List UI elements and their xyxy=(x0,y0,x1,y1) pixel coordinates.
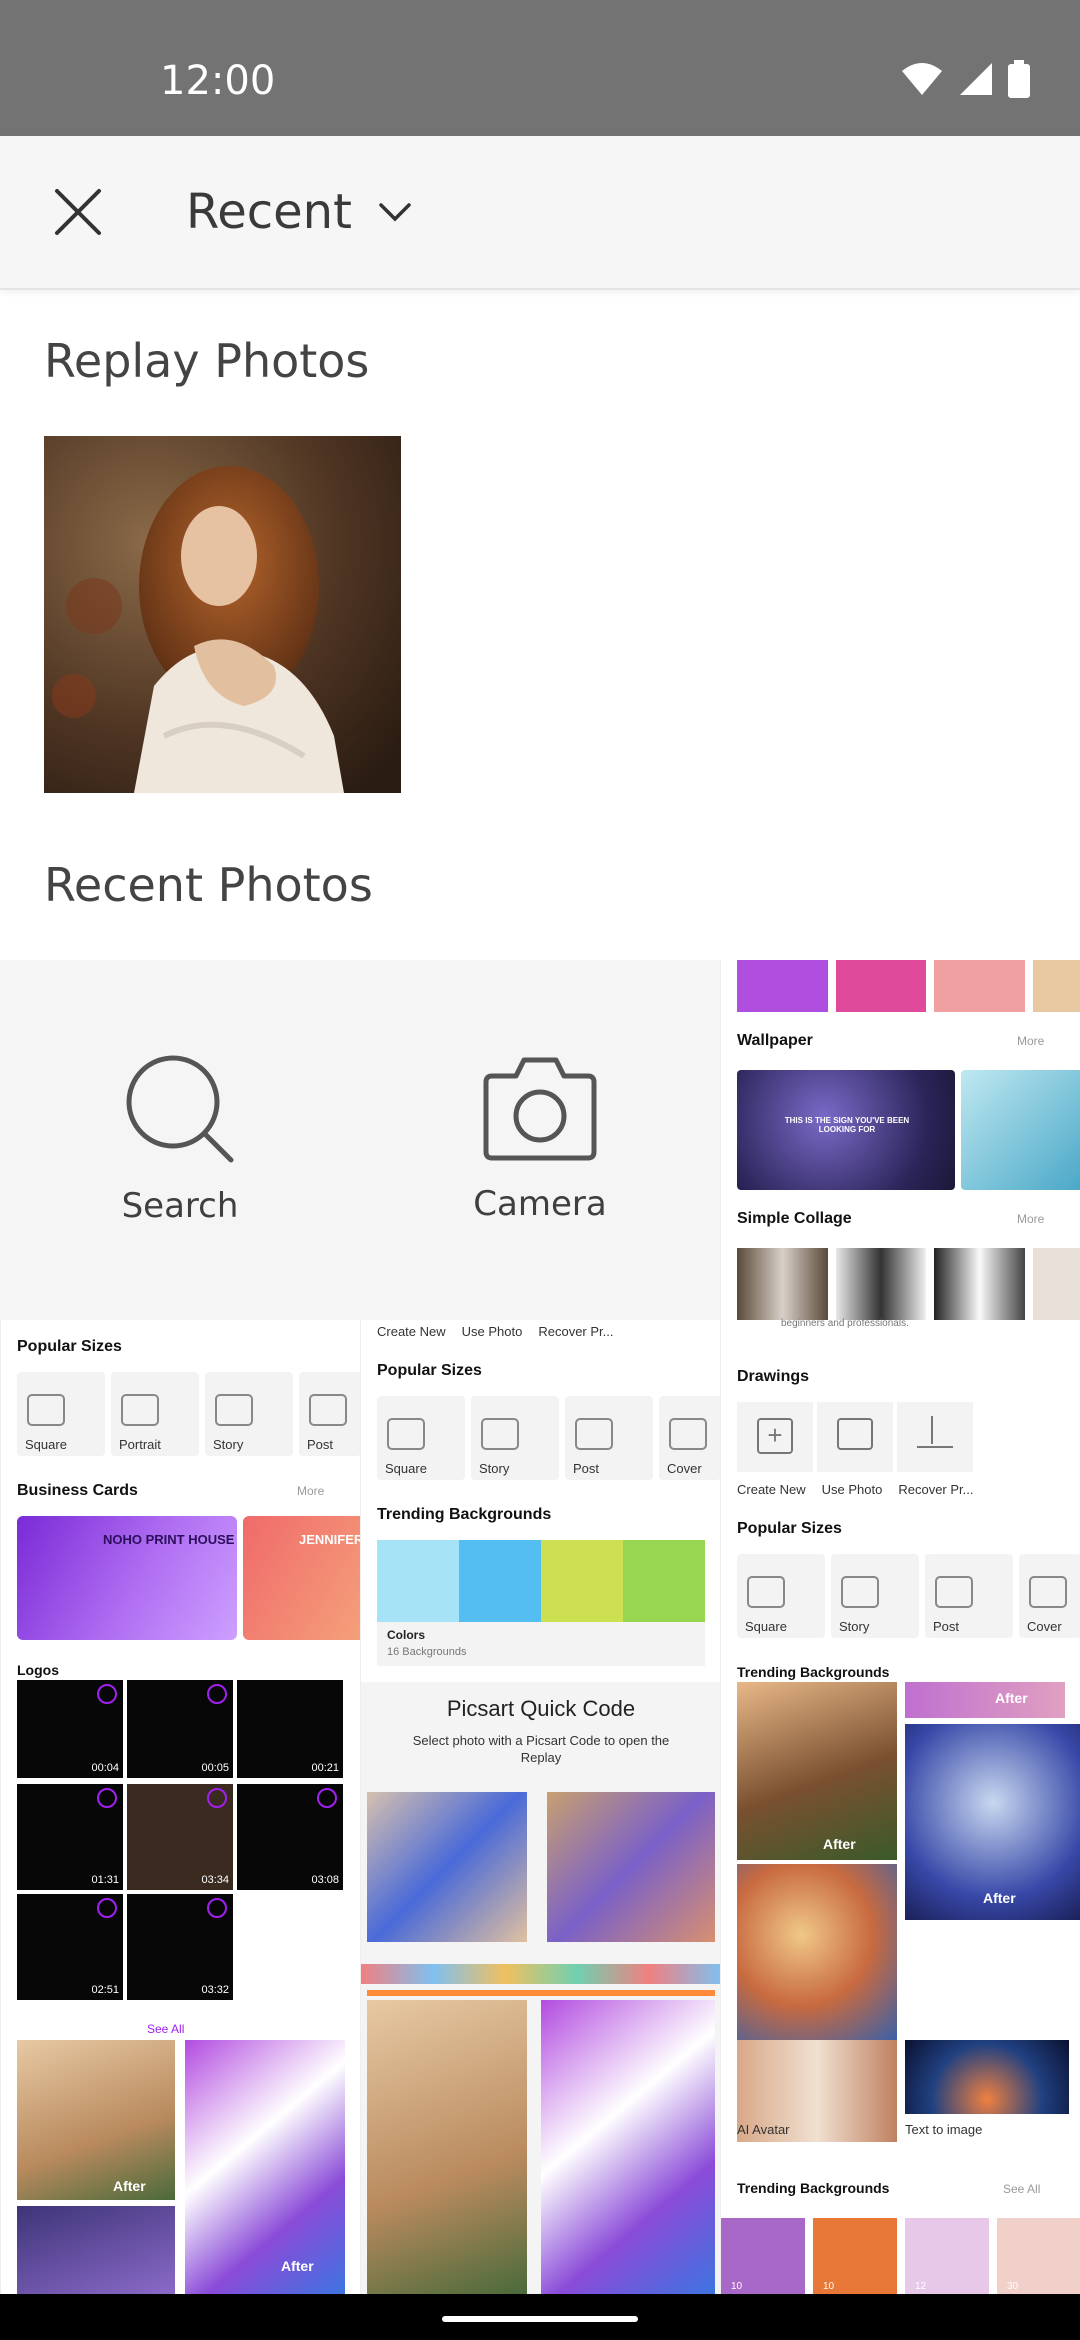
size-card-square: Square xyxy=(377,1396,465,1480)
more-link: More xyxy=(297,1484,325,1498)
quick-code-panel: Picsart Quick Code Select photo with a P… xyxy=(361,1682,720,2294)
text-to-image-label: Text to image xyxy=(905,2122,983,2137)
trending-backgrounds-heading: Trending Backgrounds xyxy=(737,1664,890,1680)
album-selector-label: Recent xyxy=(186,184,352,240)
simple-collage-heading: Simple Collage xyxy=(737,1210,852,1227)
size-card-post: Post xyxy=(925,1554,1013,1638)
size-card-post: Post xyxy=(565,1396,653,1480)
app-bar xyxy=(0,136,1080,290)
recent-photos-title: Recent Photos xyxy=(44,858,373,912)
ai-art-thumb-4 xyxy=(737,1864,897,2040)
recent-photo-screenshot-3[interactable]: Wallpaper More THIS IS THE SIGN YOU'VE B… xyxy=(720,960,1080,2294)
status-bar: 12:00 xyxy=(0,0,1080,136)
logos-heading: Logos xyxy=(17,1662,59,1678)
home-gesture-handle[interactable] xyxy=(442,2316,638,2322)
trending-backgrounds-heading: Trending Backgrounds xyxy=(377,1506,552,1523)
size-card-portrait: Portrait xyxy=(111,1372,199,1456)
popular-sizes-heading: Popular Sizes xyxy=(737,1520,842,1537)
text-to-image-thumb xyxy=(905,2040,1069,2114)
template-strip xyxy=(737,960,1080,1012)
camera-icon xyxy=(483,1057,597,1161)
drawings-tools-row: Create New Use Photo Recover Pr... xyxy=(737,1482,974,1497)
popular-sizes-heading: Popular Sizes xyxy=(377,1362,482,1379)
replay-photos-title: Replay Photos xyxy=(44,334,370,388)
close-button[interactable] xyxy=(44,178,112,246)
portrait-photo-image xyxy=(44,436,401,793)
search-tile[interactable]: Search xyxy=(0,960,360,1320)
ai-art-thumb-3: After xyxy=(905,1724,1080,1920)
size-card-cover: Cover xyxy=(1019,1554,1080,1638)
logo-video-grid: 00:04 00:05 00:21 01:31 03:34 03:08 02:5… xyxy=(17,1680,345,2000)
ai-avatar-label: AI Avatar xyxy=(737,2122,790,2137)
close-icon xyxy=(55,189,101,235)
business-card-1: NOHO PRINT HOUSE xyxy=(17,1516,237,1640)
drawings-heading: Drawings xyxy=(737,1368,810,1385)
chevron-down-icon xyxy=(379,203,411,222)
ai-art-thumb-2: After xyxy=(905,1682,1065,1718)
color-swatches xyxy=(377,1540,705,1622)
size-card-story: Story xyxy=(205,1372,293,1456)
collage-strip xyxy=(737,1248,1080,1320)
ai-art-thumb-1: After xyxy=(17,2040,175,2200)
see-all-link: See All xyxy=(147,2022,185,2036)
status-time: 12:00 xyxy=(160,58,276,104)
wallpaper-thumb-2 xyxy=(961,1070,1080,1190)
create-new-card: + xyxy=(737,1402,813,1472)
size-card-post: Post xyxy=(299,1372,360,1456)
search-icon xyxy=(126,1055,234,1163)
camera-label: Camera xyxy=(473,1184,607,1224)
size-card-square: Square xyxy=(737,1554,825,1638)
status-icons xyxy=(900,60,1030,98)
see-all-link: See All xyxy=(1003,2182,1041,2196)
colors-card: Colors 16 Backgrounds xyxy=(377,1622,705,1666)
wallpaper-heading: Wallpaper xyxy=(737,1032,813,1049)
tools-row: Create New Use Photo Recover Pr... xyxy=(377,1324,614,1339)
replay-photo-thumbnail[interactable] xyxy=(44,436,401,793)
recent-photo-screenshot-2[interactable]: Create New Use Photo Recover Pr... Popular… xyxy=(360,1320,720,2294)
recover-project-card xyxy=(897,1402,973,1472)
wifi-icon xyxy=(902,63,942,95)
more-link: More xyxy=(1017,1034,1045,1048)
popular-sizes-heading: Popular Sizes xyxy=(17,1338,122,1355)
album-selector-dropdown[interactable]: Recent xyxy=(186,180,412,244)
ai-art-thumb-2: After xyxy=(185,2040,345,2294)
business-card-2: JENNIFER xyxy=(243,1516,360,1640)
recent-photo-screenshot-1[interactable]: Popular Sizes Square Portrait Story Post… xyxy=(0,1320,360,2294)
camera-tile[interactable]: Camera xyxy=(360,960,720,1320)
size-card-story: Story xyxy=(471,1396,559,1480)
size-card-cover: Cover xyxy=(659,1396,720,1480)
ai-art-thumb-3 xyxy=(17,2206,175,2294)
beginners-text: beginners and professionals. xyxy=(781,1318,909,1329)
size-card-square: Square xyxy=(17,1372,105,1456)
size-card-story: Story xyxy=(831,1554,919,1638)
use-photo-card xyxy=(817,1402,893,1472)
battery-icon xyxy=(1008,60,1030,98)
wallpaper-thumb-1: THIS IS THE SIGN YOU'VE BEEN LOOKING FOR xyxy=(737,1070,955,1190)
more-link-2: More xyxy=(1017,1212,1045,1226)
ai-art-thumb-1: After xyxy=(737,1682,897,1860)
search-label: Search xyxy=(121,1186,239,1226)
background-thumbs-row: 10 10 12 30 xyxy=(721,2218,1080,2294)
trending-backgrounds-bottom-heading: Trending Backgrounds xyxy=(737,2180,890,2196)
cellular-signal-icon xyxy=(960,63,992,95)
business-cards-heading: Business Cards xyxy=(17,1482,138,1499)
